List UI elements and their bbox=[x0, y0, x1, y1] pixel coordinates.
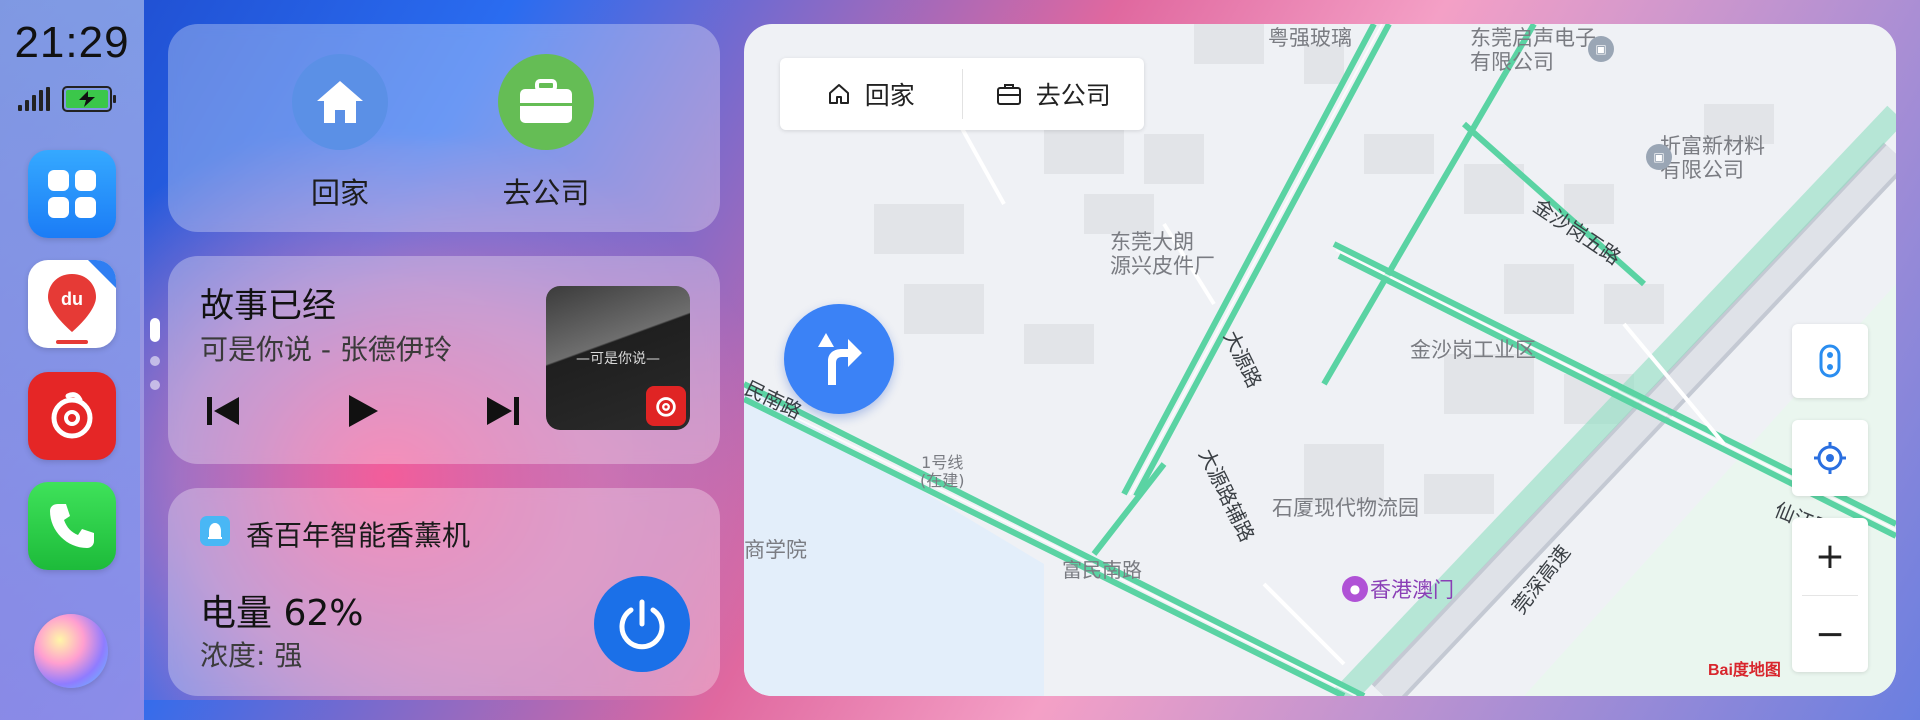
map-home-label: 回家 bbox=[864, 81, 915, 110]
home-outline-icon bbox=[828, 84, 849, 104]
traffic-light-icon bbox=[1819, 344, 1841, 378]
locate-button[interactable] bbox=[1792, 420, 1868, 496]
map-poi-label[interactable]: 石厦现代物流园 bbox=[1272, 496, 1419, 520]
map-work-label: 去公司 bbox=[1035, 81, 1111, 110]
baidu-map-logo: Bai度地图 bbox=[1708, 662, 1781, 679]
home-icon bbox=[292, 54, 388, 150]
map-poi-label[interactable]: 折富新材料 有限公司 bbox=[1660, 134, 1765, 182]
aroma-device-icon bbox=[200, 516, 230, 546]
navigation-button[interactable] bbox=[784, 304, 894, 414]
zoom-out-button[interactable]: − bbox=[1792, 596, 1868, 673]
work-shortcut-button[interactable]: 去公司 bbox=[486, 54, 606, 212]
music-card[interactable]: 故事已经 可是你说 - 张德伊玲 —可是你说— bbox=[168, 256, 720, 464]
status-row bbox=[18, 84, 128, 114]
shopping-pin-icon[interactable]: ● bbox=[1342, 576, 1368, 602]
map-shortcut-bar: 回家 去公司 bbox=[780, 58, 1144, 130]
map-poi-label[interactable]: 香港澳门 bbox=[1370, 578, 1454, 602]
app-launcher-icon[interactable] bbox=[28, 150, 116, 238]
map-home-button[interactable]: 回家 bbox=[780, 58, 962, 130]
signal-icon bbox=[18, 87, 50, 111]
side-dock: 21:29 du bbox=[0, 0, 144, 720]
home-shortcut-label: 回家 bbox=[310, 176, 369, 210]
play-button[interactable] bbox=[338, 386, 388, 436]
aroma-device-card[interactable]: 香百年智能香薰机 电量 62% 浓度: 强 bbox=[168, 488, 720, 696]
svg-text:du: du bbox=[61, 289, 83, 309]
netease-badge-icon bbox=[646, 386, 686, 426]
zoom-controls: + − bbox=[1792, 518, 1868, 672]
phone-app-icon[interactable] bbox=[28, 482, 116, 570]
page-dot-active[interactable] bbox=[150, 318, 160, 342]
device-strength: 浓度: 强 bbox=[200, 639, 303, 672]
power-button[interactable] bbox=[594, 576, 690, 672]
locate-icon bbox=[1814, 442, 1846, 474]
playback-controls bbox=[198, 386, 528, 436]
poi-pin-icon[interactable]: ▣ bbox=[1588, 36, 1614, 62]
map-work-button[interactable]: 去公司 bbox=[963, 58, 1145, 130]
poi-pin-icon[interactable]: ▣ bbox=[1646, 144, 1672, 170]
previous-track-button[interactable] bbox=[198, 386, 248, 436]
map-poi-label[interactable]: 东莞大朗 源兴皮件厂 bbox=[1110, 230, 1215, 278]
baidu-map-app-icon[interactable]: du bbox=[28, 260, 116, 348]
album-cover-text: —可是你说— bbox=[576, 351, 660, 367]
map-panel[interactable]: 粤强玻璃 东莞启声电子 有限公司 ▣ 折富新材料 有限公司 ▣ 东莞大朗 源兴皮… bbox=[744, 24, 1896, 696]
briefcase-outline-icon bbox=[996, 84, 1021, 105]
home-shortcut-button[interactable]: 回家 bbox=[280, 54, 400, 212]
map-poi-label[interactable]: 粤强玻璃 bbox=[1268, 26, 1352, 50]
turn-arrow-icon bbox=[818, 333, 862, 385]
device-name: 香百年智能香薰机 bbox=[246, 519, 471, 552]
work-shortcut-label: 去公司 bbox=[502, 176, 590, 210]
album-cover[interactable]: —可是你说— bbox=[546, 286, 690, 430]
widget-page-indicator[interactable] bbox=[150, 318, 160, 390]
device-battery-level: 电量 62% bbox=[200, 593, 364, 634]
shortcuts-card: 回家 去公司 bbox=[168, 24, 720, 232]
status-clock: 21:29 bbox=[14, 18, 130, 67]
battery-icon bbox=[62, 86, 116, 112]
page-dot[interactable] bbox=[150, 356, 160, 366]
song-title: 故事已经 bbox=[200, 286, 336, 326]
zoom-in-button[interactable]: + bbox=[1792, 518, 1868, 595]
page-dot[interactable] bbox=[150, 380, 160, 390]
next-track-button[interactable] bbox=[478, 386, 528, 436]
metro-line-label[interactable]: 1号线 (在建) bbox=[920, 453, 965, 491]
map-poi-label[interactable]: 商学院 bbox=[744, 538, 807, 562]
map-poi-label[interactable]: 东莞启声电子 有限公司 bbox=[1470, 26, 1596, 74]
song-artist: 可是你说 - 张德伊玲 bbox=[200, 333, 452, 366]
map-poi-label[interactable]: 金沙岗工业区 bbox=[1410, 338, 1536, 362]
voice-assistant-icon[interactable] bbox=[34, 614, 108, 688]
road-label: 富民南路 bbox=[1062, 558, 1142, 582]
briefcase-icon bbox=[498, 54, 594, 150]
netease-music-app-icon[interactable] bbox=[28, 372, 116, 460]
traffic-toggle-button[interactable] bbox=[1792, 324, 1868, 398]
